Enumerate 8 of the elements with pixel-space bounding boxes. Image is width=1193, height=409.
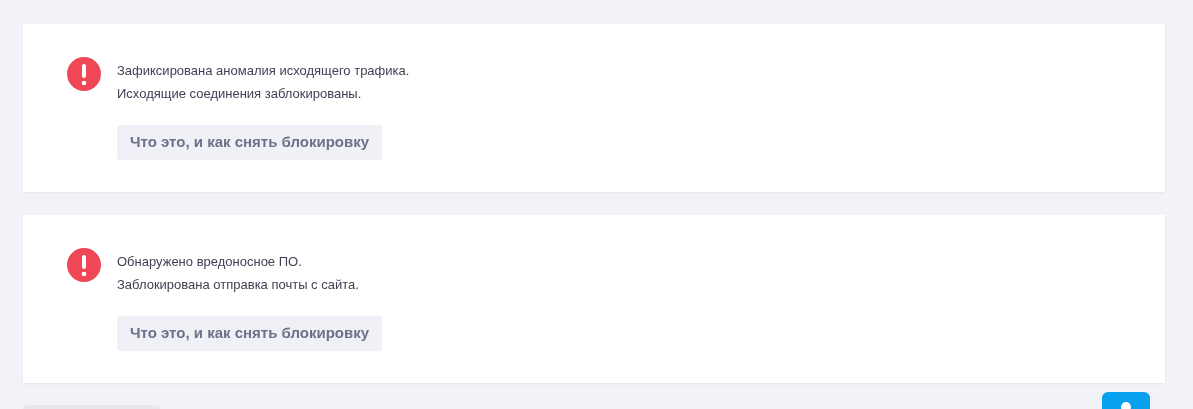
alert-message: Заблокирована отправка почты с сайта. [117, 276, 360, 294]
alert-message: Зафиксирована аномалия исходящего трафика. [117, 62, 410, 80]
exclamation-icon [67, 248, 101, 282]
help-button[interactable]: Что это, и как снять блокировку [117, 125, 383, 160]
alert-message: Обнаружено вредоносное ПО. [117, 253, 303, 271]
alert-message: Исходящие соединения заблокированы. [117, 85, 363, 103]
exclamation-icon [67, 57, 101, 91]
help-button[interactable]: Что это, и как снять блокировку [117, 316, 383, 351]
